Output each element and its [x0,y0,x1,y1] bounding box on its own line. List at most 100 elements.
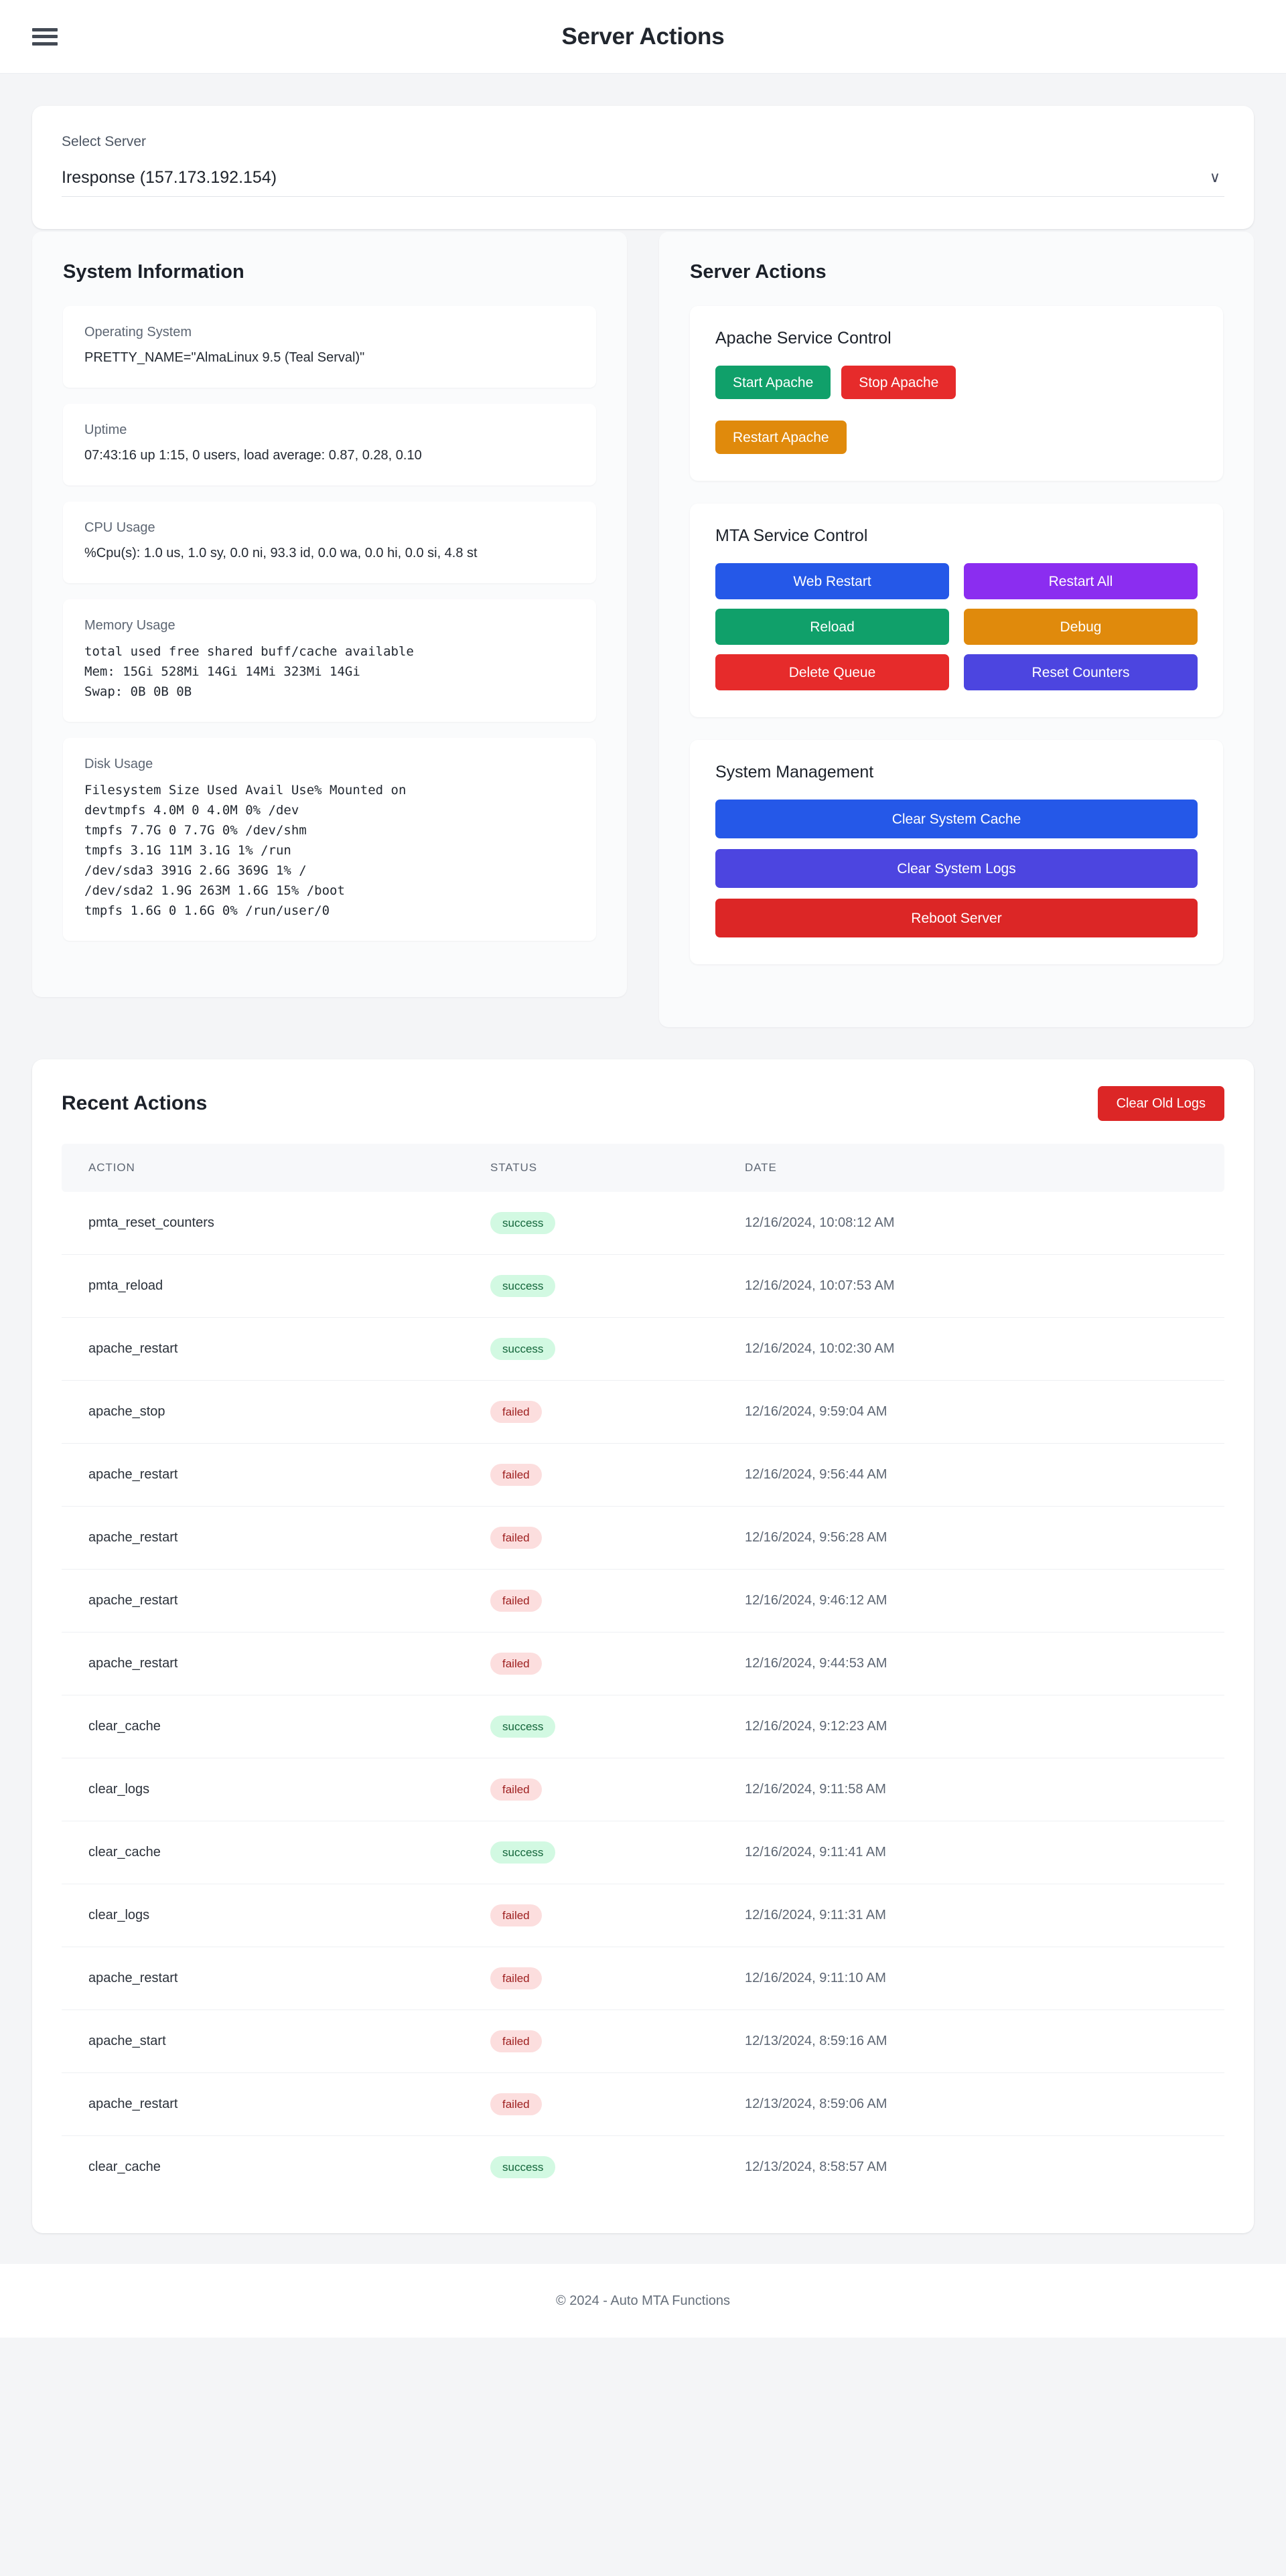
mta-delete-queue-button[interactable]: Delete Queue [715,654,949,690]
clear-old-logs-button[interactable]: Clear Old Logs [1097,1086,1224,1121]
app-header: Server Actions [0,0,1286,74]
status-badge: success [490,2156,556,2178]
cell-status: success [490,1254,745,1318]
server-select-input[interactable]: Iresponse (157.173.192.154) [62,159,1224,197]
apache-start-apache-button[interactable]: Start Apache [715,366,831,399]
system-management-card: System Management Clear System Cache Clea… [690,740,1223,964]
status-badge: success [490,1275,556,1297]
main-columns: System Information Operating System PRETT… [32,232,1254,1027]
status-badge: failed [490,1401,542,1423]
system-management-button-stack: Clear System Cache Clear System Logs Reboo… [715,800,1198,937]
apache-service-control-card: Apache Service Control Start Apache Stop … [690,306,1223,481]
table-row: apache_restart success 12/16/2024, 10:02:3… [62,1317,1224,1381]
cell-action: clear_cache [62,1821,490,1884]
table-row: clear_logs failed 12/16/2024, 9:11:31 AM [62,1884,1224,1947]
table-header-row: ACTION STATUS DATE [62,1144,1224,1192]
mta-restart-all-button[interactable]: Restart All [964,563,1198,599]
recent-actions-header: Recent Actions Clear Old Logs [62,1086,1224,1121]
cell-status: failed [490,2072,745,2136]
system-clear-system-cache-button[interactable]: Clear System Cache [715,800,1198,838]
cell-status: success [490,1192,745,1255]
table-row: clear_cache success 12/16/2024, 9:11:41 AM [62,1821,1224,1884]
server-actions-panel: Server Actions Apache Service Control St… [659,232,1254,1027]
cell-action: apache_restart [62,1947,490,2010]
hamburger-menu-icon[interactable] [32,25,60,48]
cell-status: failed [490,1632,745,1695]
recent-actions-card: Recent Actions Clear Old Logs ACTION STA… [32,1059,1254,2233]
table-row: apache_restart failed 12/13/2024, 8:59:06 … [62,2072,1224,2136]
status-badge: failed [490,1653,542,1675]
system-information-panel: System Information Operating System PRETT… [32,232,627,998]
info-block-label: Uptime [84,423,127,437]
system-management-title: System Management [715,763,874,781]
cell-status: failed [490,1569,745,1633]
mta-reload-button[interactable]: Reload [715,609,949,645]
cell-date: 12/16/2024, 10:07:53 AM [745,1254,1224,1318]
info-block-value: Filesystem Size Used Avail Use% Mounted … [84,783,407,919]
server-actions-title: Server Actions [690,261,827,283]
cell-status: failed [490,1758,745,1821]
cell-action: apache_restart [62,1443,490,1507]
table-row: clear_cache success 12/13/2024, 8:58:57 AM [62,2136,1224,2199]
table-row: apache_stop failed 12/16/2024, 9:59:04 AM [62,1380,1224,1444]
system-reboot-server-button[interactable]: Reboot Server [715,899,1198,937]
table-header: ACTION STATUS DATE [62,1144,1224,1192]
info-block: Uptime 07:43:16 up 1:15, 0 users, load av… [63,404,596,485]
mta-button-grid: Web Restart Restart All Reload Debug Delete … [715,563,1198,690]
column-header-action[interactable]: ACTION [62,1144,490,1192]
mta-reset-counters-button[interactable]: Reset Counters [964,654,1198,690]
status-badge: failed [490,1590,542,1612]
table-row: clear_logs failed 12/16/2024, 9:11:58 AM [62,1758,1224,1821]
cell-status: success [490,2136,745,2199]
system-information-title: System Information [63,261,244,283]
cell-date: 12/16/2024, 9:44:53 AM [745,1632,1224,1695]
table-row: apache_restart failed 12/16/2024, 9:44:53 … [62,1632,1224,1695]
cell-action: apache_restart [62,1569,490,1633]
cell-date: 12/16/2024, 10:02:30 AM [745,1317,1224,1381]
cell-action: clear_logs [62,1884,490,1947]
info-block: Disk Usage Filesystem Size Used Avail Use… [63,738,596,941]
server-select-label: Select Server [62,134,147,149]
table-row: apache_start failed 12/13/2024, 8:59:16 AM [62,2010,1224,2073]
status-badge: failed [490,2030,542,2052]
mta-debug-button[interactable]: Debug [964,609,1198,645]
status-badge: failed [490,1904,542,1926]
status-badge: success [490,1716,556,1738]
cell-action: apache_restart [62,1632,490,1695]
table-body: pmta_reset_counters success 12/16/2024, 10… [62,1192,1224,2198]
mta-web-restart-button[interactable]: Web Restart [715,563,949,599]
server-select-card: Select Server Iresponse (157.173.192.154… [32,106,1254,229]
table-row: apache_restart failed 12/16/2024, 9:56:44 … [62,1443,1224,1507]
column-header-date[interactable]: DATE [745,1144,1224,1192]
page-title: Server Actions [561,23,725,50]
mta-service-control-title: MTA Service Control [715,526,868,545]
cell-status: failed [490,1884,745,1947]
system-information-column: System Information Operating System PRETT… [32,232,627,1027]
cell-date: 12/16/2024, 9:56:44 AM [745,1443,1224,1507]
cell-action: pmta_reload [62,1254,490,1318]
table-row: pmta_reset_counters success 12/16/2024, 10… [62,1192,1224,1255]
apache-stop-apache-button[interactable]: Stop Apache [841,366,956,399]
apache-restart-apache-button[interactable]: Restart Apache [715,421,847,454]
server-actions-column: Server Actions Apache Service Control St… [659,232,1254,1027]
hamburger-bar [32,35,58,38]
info-block-value: %Cpu(s): 1.0 us, 1.0 sy, 0.0 ni, 93.3 id… [84,546,478,560]
system-information-blocks: Operating System PRETTY_NAME="AlmaLinux 9… [63,306,596,941]
cell-date: 12/16/2024, 9:46:12 AM [745,1569,1224,1633]
cell-date: 12/13/2024, 8:59:16 AM [745,2010,1224,2073]
cell-status: success [490,1317,745,1381]
cell-action: clear_logs [62,1758,490,1821]
cell-date: 12/16/2024, 10:08:12 AM [745,1192,1224,1255]
table-row: apache_restart failed 12/16/2024, 9:56:28 … [62,1506,1224,1570]
info-block-value: 07:43:16 up 1:15, 0 users, load average:… [84,448,422,463]
cell-action: clear_cache [88,2160,161,2174]
cell-status: failed [490,1947,745,2010]
cell-status: failed [490,1443,745,1507]
status-badge: failed [490,1464,542,1486]
system-clear-system-logs-button[interactable]: Clear System Logs [715,849,1198,888]
info-block-label: Memory Usage [84,618,175,633]
table-row: clear_cache success 12/16/2024, 9:12:23 AM [62,1695,1224,1758]
column-header-status[interactable]: STATUS [490,1144,745,1192]
info-block: Operating System PRETTY_NAME="AlmaLinux 9… [63,306,596,388]
cell-action: apache_start [62,2010,490,2073]
